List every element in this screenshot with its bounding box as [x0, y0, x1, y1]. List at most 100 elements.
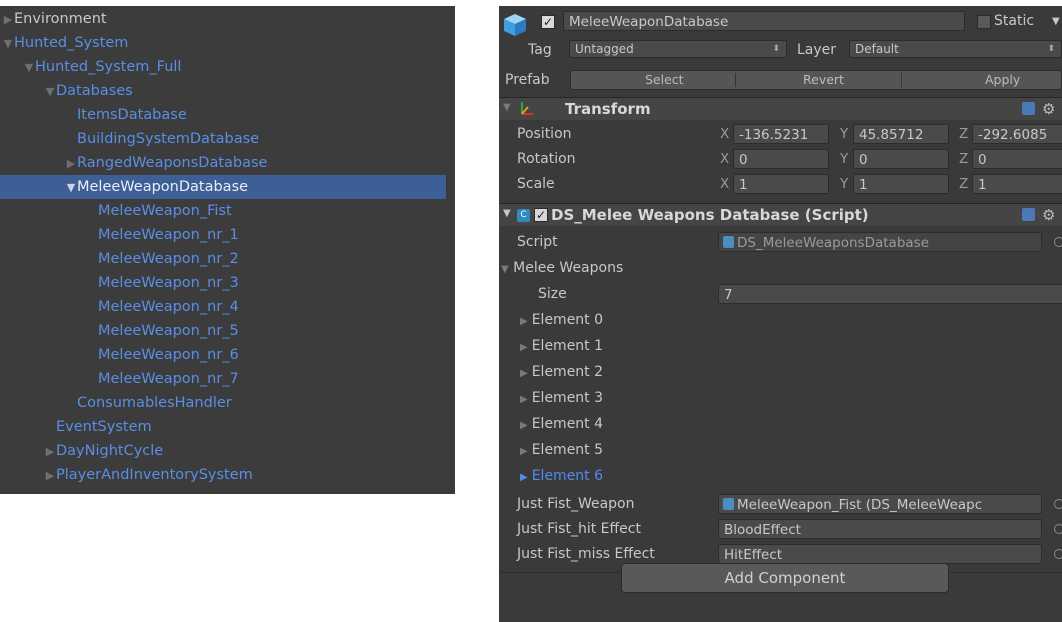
element-foldout[interactable]: ▶ Element 6: [520, 466, 603, 488]
just-fist-hit-field[interactable]: BloodEffect: [718, 519, 1042, 539]
script-foldout-arrow-icon[interactable]: ▼: [503, 208, 511, 219]
scale-x-field[interactable]: 1: [733, 174, 829, 194]
collapsed-arrow-icon[interactable]: ▶: [44, 440, 56, 464]
rotation-z-label: Z: [959, 151, 969, 167]
hierarchy-row[interactable]: ▼ Hunted_System_Full: [0, 55, 455, 79]
hierarchy-row[interactable]: ▶ DayNightCycle: [0, 439, 455, 463]
hierarchy-row[interactable]: MeleeWeapon_nr_4: [0, 295, 455, 319]
static-checkbox[interactable]: [977, 15, 991, 29]
position-x-field[interactable]: -136.5231: [733, 124, 829, 144]
element-label: Element 6: [531, 468, 604, 484]
hierarchy-row[interactable]: ▼ MeleeWeaponDatabase: [0, 175, 446, 199]
rotation-y-field[interactable]: 0: [853, 149, 949, 169]
hierarchy-row[interactable]: ItemsDatabase: [0, 103, 455, 127]
element-foldout[interactable]: ▶ Element 5: [520, 440, 603, 462]
position-x-label: X: [720, 126, 730, 142]
rotation-x-label: X: [720, 151, 730, 167]
hierarchy-row[interactable]: MeleeWeapon_Fist: [0, 199, 455, 223]
just-fist-miss-picker-icon[interactable]: [1054, 549, 1062, 559]
hierarchy-row-label: EventSystem: [56, 419, 152, 435]
collapsed-arrow-icon: ▶: [520, 472, 528, 483]
scale-y-label: Y: [840, 176, 849, 192]
csharp-script-icon: C: [517, 209, 530, 222]
object-name-field[interactable]: MeleeWeaponDatabase: [563, 11, 965, 31]
script-field: DS_MeleeWeaponsDatabase: [718, 232, 1042, 252]
just-fist-weapon-field[interactable]: MeleeWeapon_Fist (DS_MeleeWeapc: [718, 494, 1042, 514]
script-gear-icon[interactable]: ⚙: [1042, 204, 1055, 226]
position-z-field[interactable]: -292.6085: [972, 124, 1062, 144]
tag-dropdown[interactable]: Untagged ⬍: [569, 40, 787, 58]
scale-y-field[interactable]: 1: [853, 174, 949, 194]
collapsed-arrow-icon[interactable]: ▶: [65, 152, 77, 176]
script-help-icon[interactable]: [1022, 208, 1035, 221]
hierarchy-row-label: ConsumablesHandler: [77, 395, 232, 411]
hierarchy-row[interactable]: MeleeWeapon_nr_5: [0, 319, 455, 343]
prefab-revert-button[interactable]: Revert: [803, 71, 844, 89]
rotation-z-field[interactable]: 0: [972, 149, 1062, 169]
script-enabled-checkbox[interactable]: ✓: [534, 208, 548, 222]
element-label: Element 5: [531, 442, 604, 458]
hierarchy-row[interactable]: ConsumablesHandler: [0, 391, 455, 415]
collapsed-arrow-icon: ▶: [520, 394, 528, 405]
hierarchy-row[interactable]: BuildingSystemDatabase: [0, 127, 455, 151]
expanded-arrow-icon[interactable]: ▼: [2, 32, 14, 56]
hierarchy-row-label: Hunted_System: [14, 35, 129, 51]
expanded-arrow-icon[interactable]: ▼: [65, 176, 77, 200]
collapsed-arrow-icon: ▶: [520, 446, 528, 457]
static-dropdown-arrow-icon[interactable]: ▼: [1052, 12, 1060, 32]
tag-dropdown-arrow-icon: ⬍: [772, 44, 780, 54]
hierarchy-row-label: RangedWeaponsDatabase: [77, 155, 268, 171]
hierarchy-row-label: ItemsDatabase: [77, 107, 187, 123]
hierarchy-row-label: Hunted_System_Full: [35, 59, 182, 75]
transform-foldout-arrow-icon[interactable]: ▼: [503, 102, 511, 113]
expanded-arrow-icon[interactable]: ▼: [44, 80, 56, 104]
hierarchy-row[interactable]: ▶ PlayerAndInventorySystem: [0, 463, 455, 487]
script-component-title: DS_Melee Weapons Database (Script): [551, 206, 869, 224]
add-component-button[interactable]: Add Component: [621, 563, 949, 593]
position-y-field[interactable]: 45.85712: [853, 124, 949, 144]
prefab-select-button[interactable]: Select: [645, 71, 684, 89]
element-foldout[interactable]: ▶ Element 1: [520, 336, 603, 358]
hierarchy-row[interactable]: MeleeWeapon_nr_7: [0, 367, 455, 391]
hierarchy-row-label: Environment: [14, 11, 107, 27]
just-fist-miss-field[interactable]: HitEffect: [718, 544, 1042, 564]
prefab-button-bar: Select Revert Apply: [570, 70, 1062, 90]
collapsed-arrow-icon[interactable]: ▶: [44, 464, 56, 488]
position-y-label: Y: [840, 126, 849, 142]
hierarchy-row-label: PlayerAndInventorySystem: [56, 467, 253, 483]
expanded-arrow-icon[interactable]: ▼: [23, 56, 35, 80]
hierarchy-panel: ▶ Environment ▼ Hunted_System ▼ Hunted_System…: [0, 6, 455, 494]
hierarchy-row[interactable]: ▼ Hunted_System: [0, 31, 455, 55]
rotation-y-label: Y: [840, 151, 849, 167]
prefab-apply-button[interactable]: Apply: [985, 71, 1020, 89]
hierarchy-scrollbar[interactable]: [446, 6, 453, 494]
element-foldout[interactable]: ▶ Element 3: [520, 388, 603, 410]
hierarchy-row[interactable]: MeleeWeapon_nr_6: [0, 343, 455, 367]
hierarchy-row[interactable]: EventSystem: [0, 415, 455, 439]
hierarchy-row[interactable]: MeleeWeapon_nr_2: [0, 247, 455, 271]
melee-weapons-foldout[interactable]: ▼ Melee Weapons: [501, 258, 623, 280]
just-fist-weapon-picker-icon[interactable]: [1054, 499, 1062, 509]
script-object-picker-icon[interactable]: [1054, 237, 1062, 247]
transform-gear-icon[interactable]: ⚙: [1042, 98, 1055, 120]
element-foldout[interactable]: ▶ Element 4: [520, 414, 603, 436]
transform-help-icon[interactable]: [1022, 102, 1035, 115]
hierarchy-row[interactable]: MeleeWeapon_nr_3: [0, 271, 455, 295]
rotation-x-field[interactable]: 0: [733, 149, 829, 169]
cube-icon: [502, 12, 528, 38]
object-active-checkbox[interactable]: ✓: [541, 15, 555, 29]
layer-value: Default: [855, 42, 899, 56]
element-foldout[interactable]: ▶ Element 2: [520, 362, 603, 384]
hierarchy-row[interactable]: ▼ Databases: [0, 79, 455, 103]
hierarchy-row-label: MeleeWeaponDatabase: [77, 179, 249, 195]
layer-dropdown[interactable]: Default ⬍: [849, 40, 1062, 58]
hierarchy-row[interactable]: ▶ RangedWeaponsDatabase: [0, 151, 455, 175]
size-field[interactable]: 7: [718, 284, 1062, 304]
hierarchy-row[interactable]: MeleeWeapon_nr_1: [0, 223, 455, 247]
collapsed-arrow-icon[interactable]: ▶: [2, 8, 14, 32]
hierarchy-row[interactable]: ▶ Environment: [0, 7, 455, 31]
scale-x-label: X: [720, 176, 730, 192]
scale-z-field[interactable]: 1: [972, 174, 1062, 194]
just-fist-hit-picker-icon[interactable]: [1054, 524, 1062, 534]
element-foldout[interactable]: ▶ Element 0: [520, 310, 603, 332]
